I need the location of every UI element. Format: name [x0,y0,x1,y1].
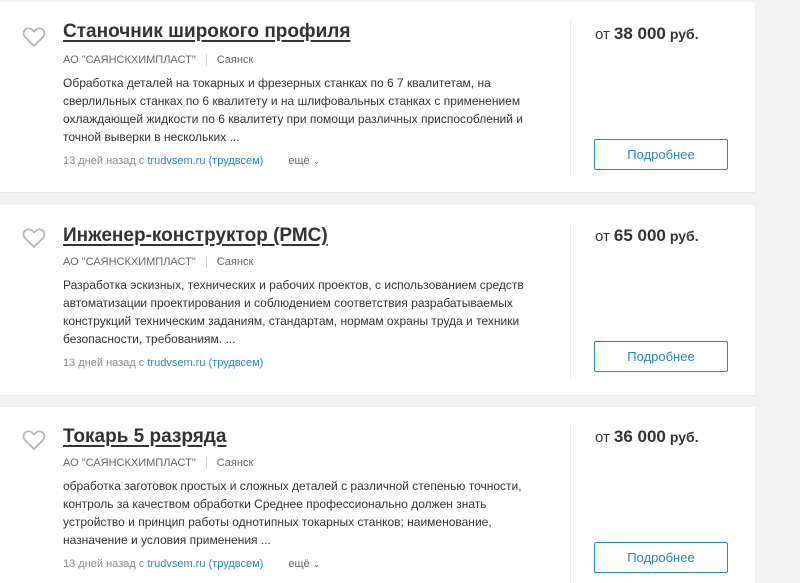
details-button[interactable]: Подробнее [594,139,728,170]
city-name: Саянск [216,256,254,268]
more-dropdown[interactable]: ещё ⌄ [288,558,320,570]
source-link[interactable]: trudvsem.ru (трудвсем) [147,558,263,570]
vacancy-title-link[interactable]: Станочник широкого профиля [63,21,350,43]
salary: от 65 000 руб. [595,226,699,246]
column-divider [570,223,571,378]
column-divider [570,20,571,175]
vacancy-description: обработка заготовок простых и сложных де… [63,479,522,547]
meta-divider [205,54,207,67]
posted-text: 13 дней назад с [63,357,148,369]
source-link[interactable]: trudvsem.ru (трудвсем) [147,357,263,369]
meta-divider [205,256,207,269]
details-button[interactable]: Подробнее [594,341,728,372]
vacancy-meta: АО "САЯНСКХИМПЛАСТ" Саянск [63,54,254,67]
salary-amount: 36 000 [613,427,666,446]
salary-currency: руб. [669,228,699,244]
vacancy-meta: АО "САЯНСКХИМПЛАСТ" Саянск [63,256,254,269]
salary-amount: 65 000 [613,226,666,245]
meta-divider [205,457,207,470]
details-button[interactable]: Подробнее [594,542,728,573]
vacancy-footer: 13 дней назад с trudvsem.ru (трудвсем) [63,357,263,369]
posted-text: 13 дней назад с [63,558,148,570]
vacancy-card: Токарь 5 разряда АО "САЯНСКХИМПЛАСТ" Саян… [0,407,755,583]
vacancy-description: Обработка деталей на токарных и фрезерны… [63,76,523,144]
company-name[interactable]: АО "САЯНСКХИМПЛАСТ" [63,54,196,66]
company-name[interactable]: АО "САЯНСКХИМПЛАСТ" [63,256,196,268]
city-name: Саянск [216,54,254,66]
vacancy-footer: 13 дней назад с trudvsem.ru (трудвсем) е… [63,558,320,570]
posted-text: 13 дней назад с [63,155,148,167]
source-link[interactable]: trudvsem.ru (трудвсем) [147,155,263,167]
vacancy-description: Разработка эскизных, технических и рабоч… [63,278,524,346]
vacancy-title-link[interactable]: Инженер-конструктор (РМС) [63,225,328,247]
vacancy-footer: 13 дней назад с trudvsem.ru (трудвсем) е… [63,155,320,167]
more-dropdown[interactable]: ещё ⌄ [288,155,320,167]
vacancy-card: Станочник широкого профиля АО "САЯНСКХИМ… [0,2,755,193]
salary-currency: руб. [669,26,699,42]
favorite-heart-icon[interactable] [22,227,46,249]
vacancy-card: Инженер-конструктор (РМС) АО "САЯНСКХИМП… [0,205,755,396]
column-divider [570,425,571,583]
company-name[interactable]: АО "САЯНСКХИМПЛАСТ" [63,457,196,469]
city-name: Саянск [216,457,254,469]
more-label: ещё [288,558,310,570]
salary-amount: 38 000 [613,24,666,43]
salary-prefix: от [595,228,610,245]
favorite-heart-icon[interactable] [22,429,46,451]
more-label: ещё [288,155,310,167]
salary: от 38 000 руб. [595,24,699,44]
salary-prefix: от [595,429,610,446]
vacancy-meta: АО "САЯНСКХИМПЛАСТ" Саянск [63,457,254,470]
favorite-heart-icon[interactable] [22,26,46,48]
vacancy-title-link[interactable]: Токарь 5 разряда [63,426,226,448]
salary-currency: руб. [669,429,699,445]
chevron-down-icon: ⌄ [312,559,321,569]
salary-prefix: от [595,26,610,43]
chevron-down-icon: ⌄ [312,156,321,166]
salary: от 36 000 руб. [595,427,699,447]
